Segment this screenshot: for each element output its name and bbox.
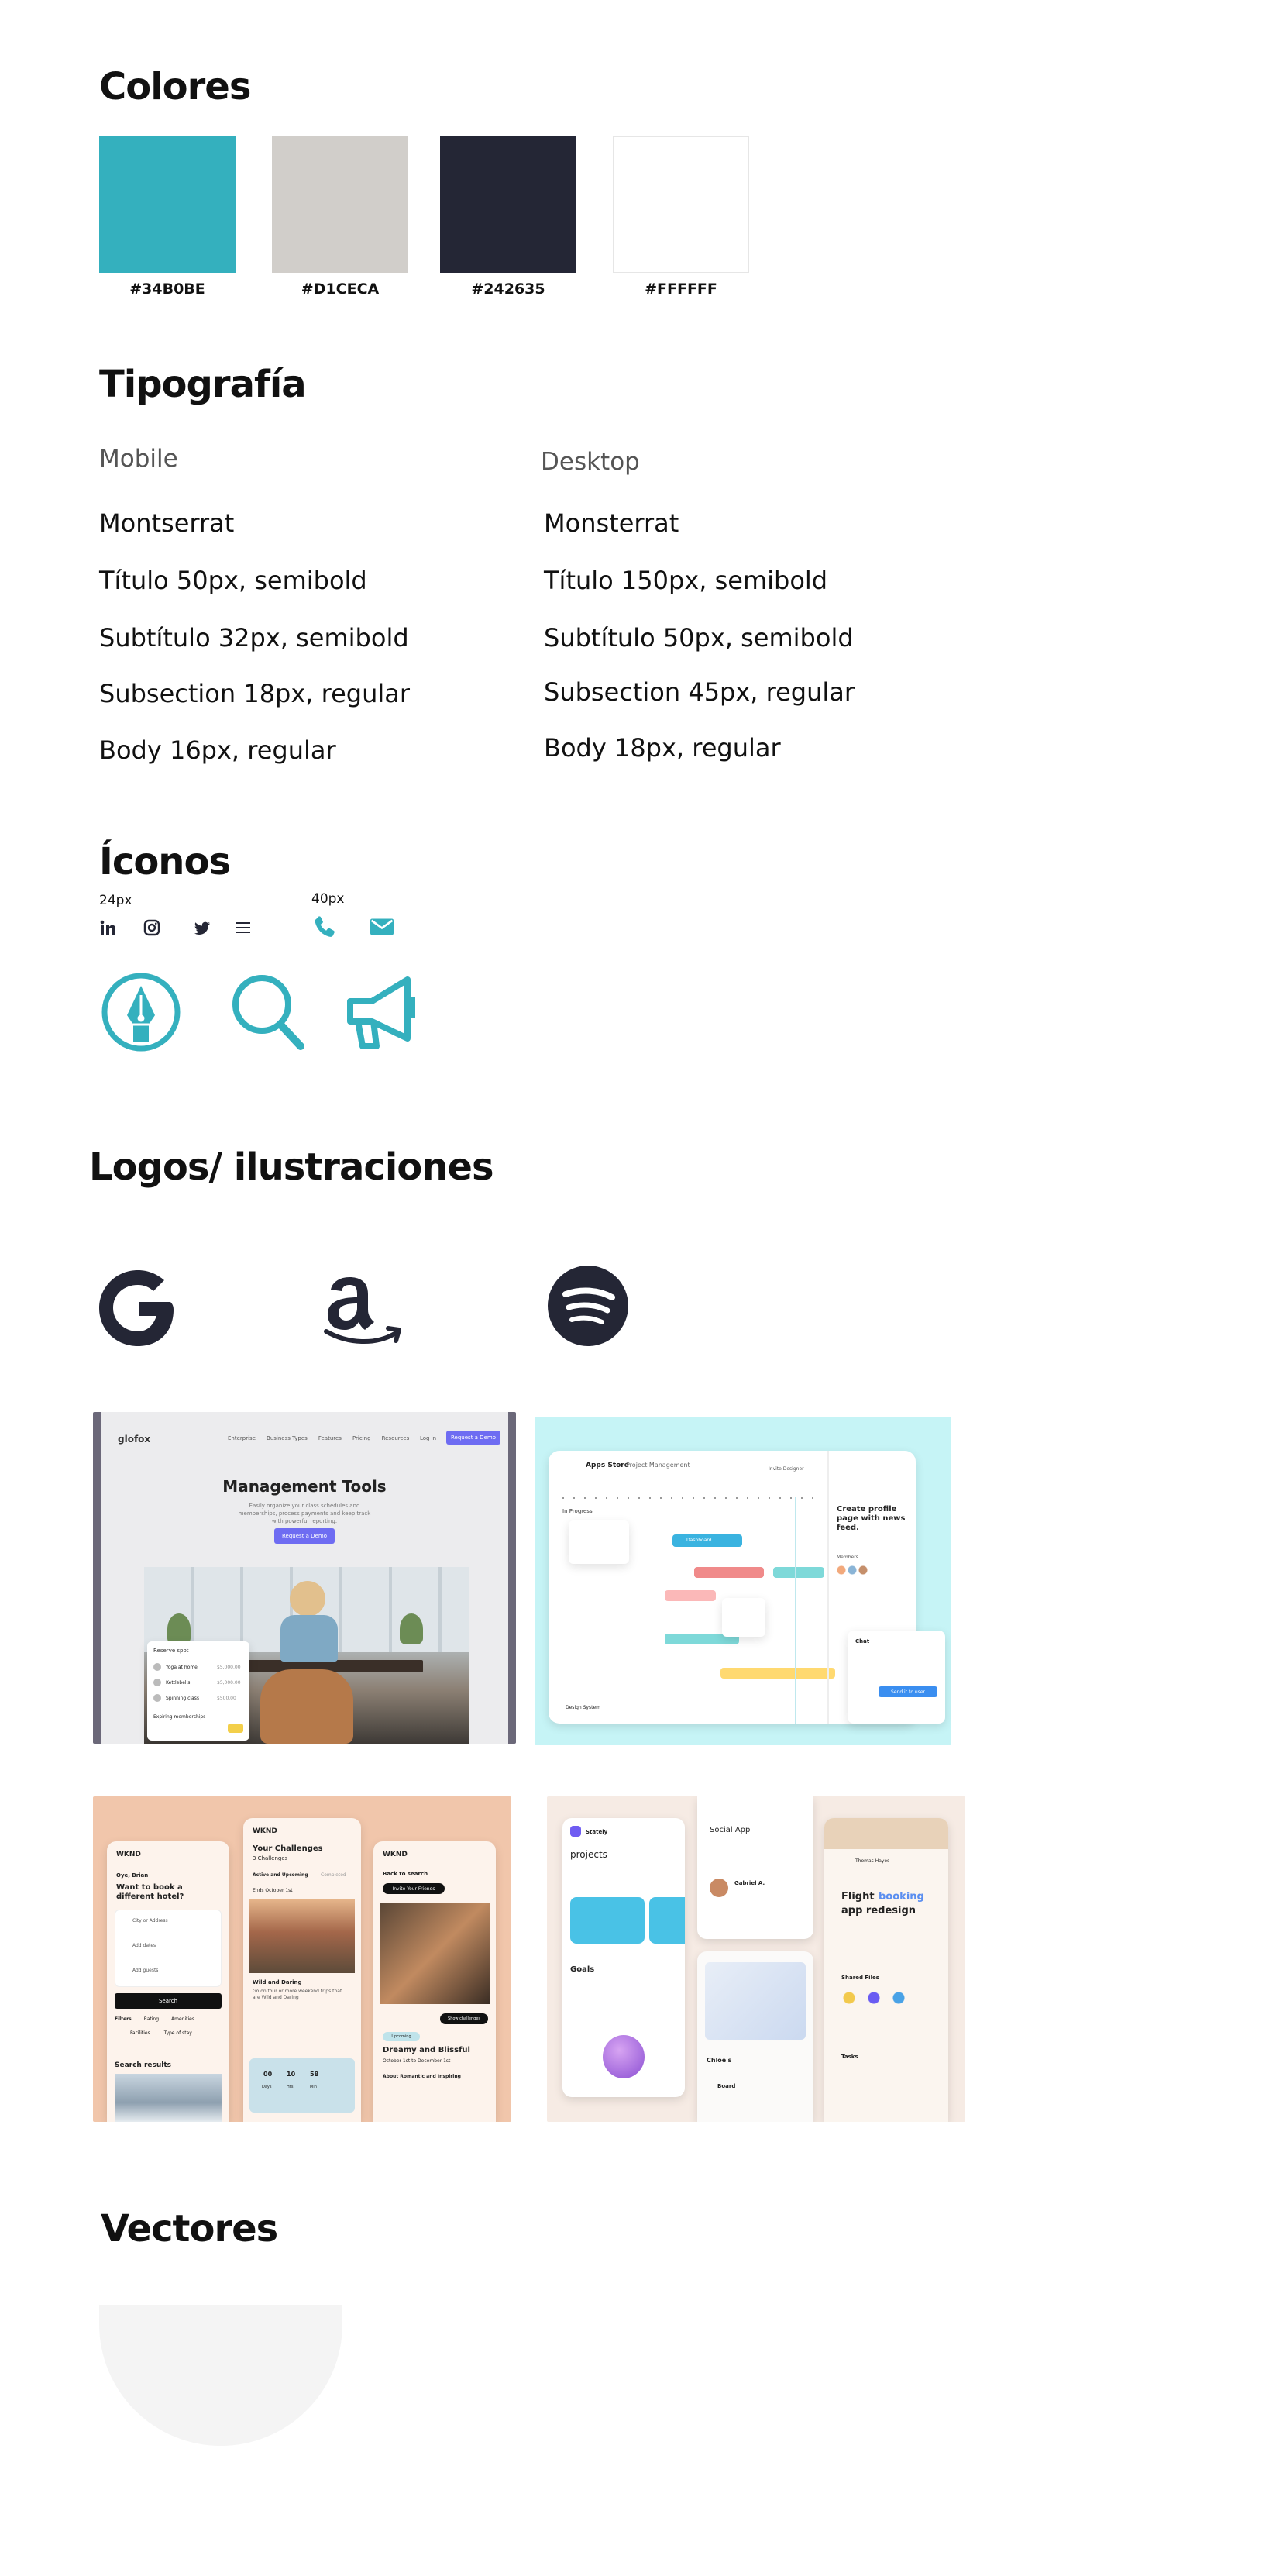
nav-link[interactable]: Resources — [382, 1435, 410, 1441]
reserve-panel: Reserve spot Yoga at home $5,000.00 Kett… — [147, 1641, 249, 1741]
swatch-label: #FFFFFF — [645, 281, 717, 298]
logos-title: Logos/ ilustraciones — [89, 1145, 494, 1189]
icon-size-small-label: 24px — [99, 893, 132, 908]
hero-headline: Management Tools — [222, 1477, 387, 1496]
phone-icon — [310, 911, 341, 942]
mail-icon — [366, 913, 397, 941]
nav-link[interactable]: Features — [318, 1435, 342, 1441]
nav-link[interactable]: Pricing — [352, 1435, 371, 1441]
header-cta-button[interactable]: Request a Demo — [446, 1431, 500, 1445]
brand-logo: glofox — [118, 1434, 151, 1445]
amazon-logo — [320, 1263, 407, 1350]
pen-nib-icon — [101, 972, 181, 1052]
hero-demo-button[interactable]: Request a Demo — [274, 1528, 335, 1544]
filter-chip[interactable]: Rating — [144, 2016, 159, 2022]
filter-chip[interactable]: Amenities — [171, 2016, 194, 2022]
spotify-logo — [547, 1265, 629, 1347]
desktop-body-spec: Body 18px, regular — [544, 733, 781, 763]
swatch-white — [613, 136, 749, 273]
search-icon — [229, 972, 307, 1052]
search-field[interactable]: City or Address — [132, 1918, 168, 1923]
illustration-app-collage: Stately projects Goals Social App Gabrie… — [547, 1796, 965, 2122]
desktop-title-spec: Título 150px, semibold — [544, 566, 828, 595]
desktop-subtitle-spec: Subtítulo 50px, semibold — [544, 623, 854, 653]
swatch-label: #34B0BE — [129, 281, 205, 298]
chat-panel: Chat Send it to user — [848, 1631, 945, 1724]
mobile-title-spec: Título 50px, semibold — [99, 566, 367, 595]
task-bar — [665, 1590, 716, 1601]
swatch-teal — [99, 136, 236, 273]
mobile-heading: Mobile — [99, 445, 178, 473]
task-bar — [773, 1567, 824, 1578]
swatch-dark — [440, 136, 576, 273]
upcoming-badge: Upcoming — [383, 2032, 420, 2041]
filter-chip[interactable]: Facilities — [130, 2030, 150, 2036]
vectors-title: Vectores — [101, 2207, 278, 2251]
colors-title: Colores — [99, 65, 251, 108]
swatch-label: #D1CECA — [301, 281, 380, 298]
filter-chip[interactable]: Filters — [115, 2016, 132, 2022]
search-field[interactable]: Add guests — [132, 1968, 158, 1973]
illustration-project-management: Apps Store Project Management Invite Des… — [535, 1417, 951, 1745]
instagram-icon — [142, 918, 162, 938]
back-link[interactable]: Back to search — [383, 1871, 428, 1877]
task-bar — [694, 1567, 764, 1578]
desktop-subsection-spec: Subsection 45px, regular — [544, 677, 855, 707]
icon-size-large-label: 40px — [311, 891, 345, 907]
typography-title: Tipografía — [99, 363, 307, 406]
tab-completed[interactable]: Completed — [321, 1872, 346, 1878]
show-challenges-button[interactable]: Show challenges — [440, 2013, 488, 2024]
mobile-font-name: Montserrat — [99, 508, 235, 538]
mobile-subsection-spec: Subsection 18px, regular — [99, 679, 411, 708]
nav-link[interactable]: Enterprise — [228, 1435, 256, 1441]
search-button[interactable]: Search — [115, 1993, 222, 2009]
illustration-travel-app: WKND Oye, Brian Want to book a different… — [93, 1796, 511, 2122]
desktop-font-name: Monsterrat — [544, 508, 679, 538]
swatch-gray — [272, 136, 408, 273]
search-field[interactable]: Add dates — [132, 1943, 156, 1948]
app-name: Apps Store — [586, 1462, 629, 1469]
google-logo — [99, 1268, 177, 1348]
twitter-icon — [192, 918, 212, 938]
desktop-heading: Desktop — [541, 448, 640, 476]
panel-title: Create profile page with news feed. — [837, 1505, 906, 1532]
send-button[interactable]: Send it to user — [879, 1686, 937, 1697]
nav-link[interactable]: Business Types — [267, 1435, 308, 1441]
mobile-body-spec: Body 16px, regular — [99, 735, 336, 765]
illustration-management-tools: glofox Enterprise Business Types Feature… — [93, 1412, 516, 1744]
swatch-label: #242635 — [471, 281, 545, 298]
linkedin-icon — [98, 918, 118, 938]
vector-half-circle — [99, 2305, 342, 2446]
megaphone-icon — [346, 973, 420, 1051]
task-bar — [720, 1668, 835, 1679]
nav-links: Enterprise Business Types Features Prici… — [228, 1435, 409, 1441]
invite-button[interactable]: Invite Your Friends — [383, 1883, 445, 1894]
hero-subtitle: Easily organize your class schedules and… — [238, 1503, 371, 1524]
icons-title: Íconos — [99, 840, 231, 883]
login-link[interactable]: Log in — [420, 1435, 436, 1441]
mobile-subtitle-spec: Subtítulo 32px, semibold — [99, 623, 409, 653]
menu-icon[interactable] — [233, 918, 253, 938]
tab-active[interactable]: Active and Upcoming — [253, 1872, 308, 1878]
filter-chip[interactable]: Type of stay — [164, 2030, 192, 2036]
